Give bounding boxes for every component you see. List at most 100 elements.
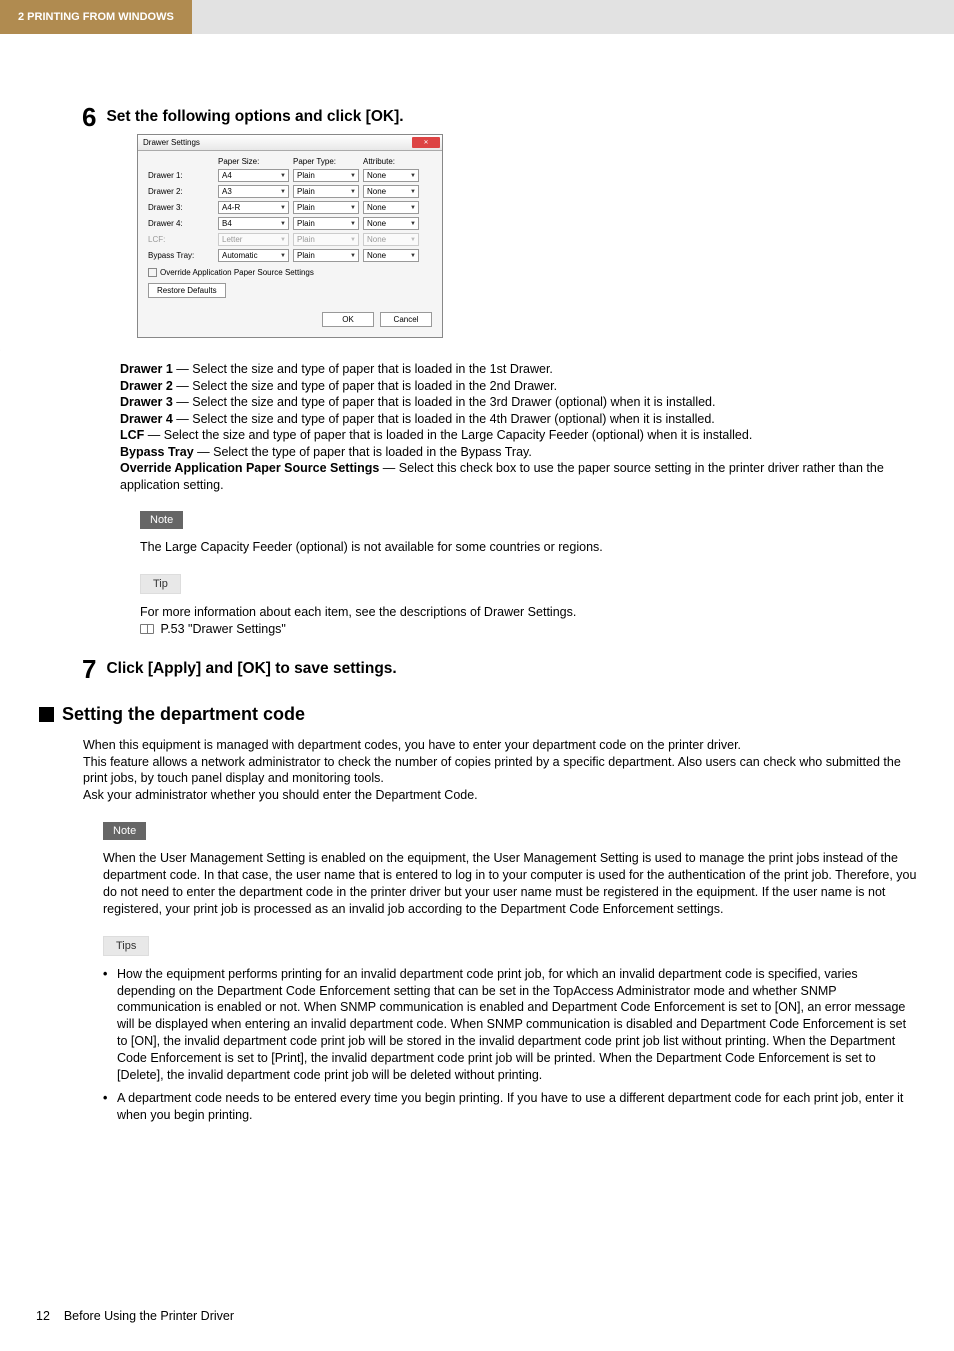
drawer-size-select[interactable]: B4▼ <box>218 217 289 230</box>
drawer-attr-select[interactable]: None▼ <box>363 169 419 182</box>
square-bullet-icon <box>39 707 54 722</box>
dialog-column-headers: . Paper Size: Paper Type: Attribute: <box>148 157 432 166</box>
step-7-number: 7 <box>82 656 96 682</box>
note-text-2: When the User Management Setting is enab… <box>103 850 919 918</box>
desc-drawer2-label: Drawer 2 <box>120 379 173 393</box>
desc-drawer1-label: Drawer 1 <box>120 362 173 376</box>
step-6-number: 6 <box>82 104 96 130</box>
tip-line1: For more information about each item, se… <box>140 604 919 621</box>
override-label: Override Application Paper Source Settin… <box>160 268 314 277</box>
header-section-title: 2 PRINTING FROM WINDOWS <box>0 0 192 34</box>
drawer-row: Drawer 3:A4-R▼ Plain▼ None▼ <box>148 201 432 214</box>
chevron-down-icon: ▼ <box>350 253 356 259</box>
drawer-label: Drawer 3: <box>148 203 218 212</box>
chevron-down-icon: ▼ <box>350 205 356 211</box>
desc-drawer1-text: — Select the size and type of paper that… <box>173 362 553 376</box>
col-attribute: Attribute: <box>363 157 423 166</box>
drawer-attr-select[interactable]: None▼ <box>363 185 419 198</box>
chevron-down-icon: ▼ <box>350 237 356 243</box>
tips-item: How the equipment performs printing for … <box>103 966 919 1084</box>
chevron-down-icon: ▼ <box>280 189 286 195</box>
drawer-size-select: Letter▼ <box>218 233 289 246</box>
chevron-down-icon: ▼ <box>280 205 286 211</box>
checkbox-icon[interactable] <box>148 268 157 277</box>
tip-text: For more information about each item, se… <box>140 604 919 638</box>
drawer-type-select[interactable]: Plain▼ <box>293 201 359 214</box>
ok-button[interactable]: OK <box>322 312 374 327</box>
drawer-settings-dialog: Drawer Settings ✕ . Paper Size: Paper Ty… <box>137 134 443 338</box>
drawer-row: Drawer 4:B4▼ Plain▼ None▼ <box>148 217 432 230</box>
desc-override-label: Override Application Paper Source Settin… <box>120 461 379 475</box>
drawer-type-select: Plain▼ <box>293 233 359 246</box>
col-paper-type: Paper Type: <box>293 157 363 166</box>
drawer-attr-select[interactable]: None▼ <box>363 201 419 214</box>
chevron-down-icon: ▼ <box>280 173 286 179</box>
drawer-type-select[interactable]: Plain▼ <box>293 249 359 262</box>
drawer-attr-select[interactable]: None▼ <box>363 217 419 230</box>
tips-label: Tips <box>103 936 149 956</box>
col-paper-size: Paper Size: <box>218 157 293 166</box>
drawer-type-select[interactable]: Plain▼ <box>293 217 359 230</box>
cancel-button[interactable]: Cancel <box>380 312 432 327</box>
chevron-down-icon: ▼ <box>350 173 356 179</box>
page-header: 2 PRINTING FROM WINDOWS <box>0 0 954 34</box>
section-body: When this equipment is managed with depa… <box>83 737 919 805</box>
note-label: Note <box>140 511 183 529</box>
desc-lcf-text: — Select the size and type of paper that… <box>144 428 752 442</box>
chevron-down-icon: ▼ <box>410 173 416 179</box>
desc-bypass-label: Bypass Tray <box>120 445 194 459</box>
desc-drawer2-text: — Select the size and type of paper that… <box>173 379 557 393</box>
drawer-row: LCF:Letter▼ Plain▼ None▼ <box>148 233 432 246</box>
drawer-attr-select[interactable]: None▼ <box>363 249 419 262</box>
drawer-attr-select: None▼ <box>363 233 419 246</box>
page-footer: 12 Before Using the Printer Driver <box>36 1309 234 1323</box>
chevron-down-icon: ▼ <box>280 221 286 227</box>
tips-item: A department code needs to be entered ev… <box>103 1090 919 1124</box>
close-icon[interactable]: ✕ <box>412 137 440 148</box>
chevron-down-icon: ▼ <box>410 189 416 195</box>
book-icon <box>140 624 154 634</box>
desc-bypass-text: — Select the type of paper that is loade… <box>194 445 532 459</box>
tip-reference[interactable]: P.53 "Drawer Settings" <box>157 622 286 636</box>
drawer-type-select[interactable]: Plain▼ <box>293 169 359 182</box>
drawer-size-select[interactable]: A4-R▼ <box>218 201 289 214</box>
chevron-down-icon: ▼ <box>410 253 416 259</box>
drawer-label: Drawer 2: <box>148 187 218 196</box>
drawer-descriptions: Drawer 1 — Select the size and type of p… <box>120 361 919 493</box>
chevron-down-icon: ▼ <box>350 221 356 227</box>
chevron-down-icon: ▼ <box>350 189 356 195</box>
note-text: The Large Capacity Feeder (optional) is … <box>140 539 919 556</box>
footer-title: Before Using the Printer Driver <box>64 1309 234 1323</box>
note-label-2: Note <box>103 822 146 840</box>
step-7: 7 Click [Apply] and [OK] to save setting… <box>82 656 919 682</box>
drawer-label: LCF: <box>148 235 218 244</box>
drawer-label: Drawer 4: <box>148 219 218 228</box>
chevron-down-icon: ▼ <box>410 237 416 243</box>
restore-defaults-button[interactable]: Restore Defaults <box>148 283 226 298</box>
drawer-label: Bypass Tray: <box>148 251 218 260</box>
drawer-type-select[interactable]: Plain▼ <box>293 185 359 198</box>
desc-drawer3-text: — Select the size and type of paper that… <box>173 395 716 409</box>
cursor-icon: ↖ <box>0 347 1 350</box>
drawer-row: Bypass Tray:Automatic▼ Plain▼ None▼ <box>148 249 432 262</box>
tip-label: Tip <box>140 574 181 594</box>
desc-drawer3-label: Drawer 3 <box>120 395 173 409</box>
section-title: Setting the department code <box>62 704 305 725</box>
chevron-down-icon: ▼ <box>280 237 286 243</box>
drawer-size-select[interactable]: A3▼ <box>218 185 289 198</box>
desc-lcf-label: LCF <box>120 428 144 442</box>
drawer-size-select[interactable]: A4▼ <box>218 169 289 182</box>
chevron-down-icon: ▼ <box>280 253 286 259</box>
section-heading: Setting the department code <box>39 704 919 725</box>
chevron-down-icon: ▼ <box>410 205 416 211</box>
drawer-label: Drawer 1: <box>148 171 218 180</box>
step-7-instruction: Click [Apply] and [OK] to save settings. <box>106 656 396 678</box>
desc-drawer4-text: — Select the size and type of paper that… <box>173 412 715 426</box>
chevron-down-icon: ▼ <box>410 221 416 227</box>
override-checkbox-row[interactable]: Override Application Paper Source Settin… <box>148 268 432 277</box>
drawer-size-select[interactable]: Automatic▼ <box>218 249 289 262</box>
dialog-title-text: Drawer Settings <box>143 138 200 147</box>
step-6-instruction: Set the following options and click [OK]… <box>106 104 403 126</box>
desc-drawer4-label: Drawer 4 <box>120 412 173 426</box>
step-6: 6 Set the following options and click [O… <box>82 104 919 130</box>
